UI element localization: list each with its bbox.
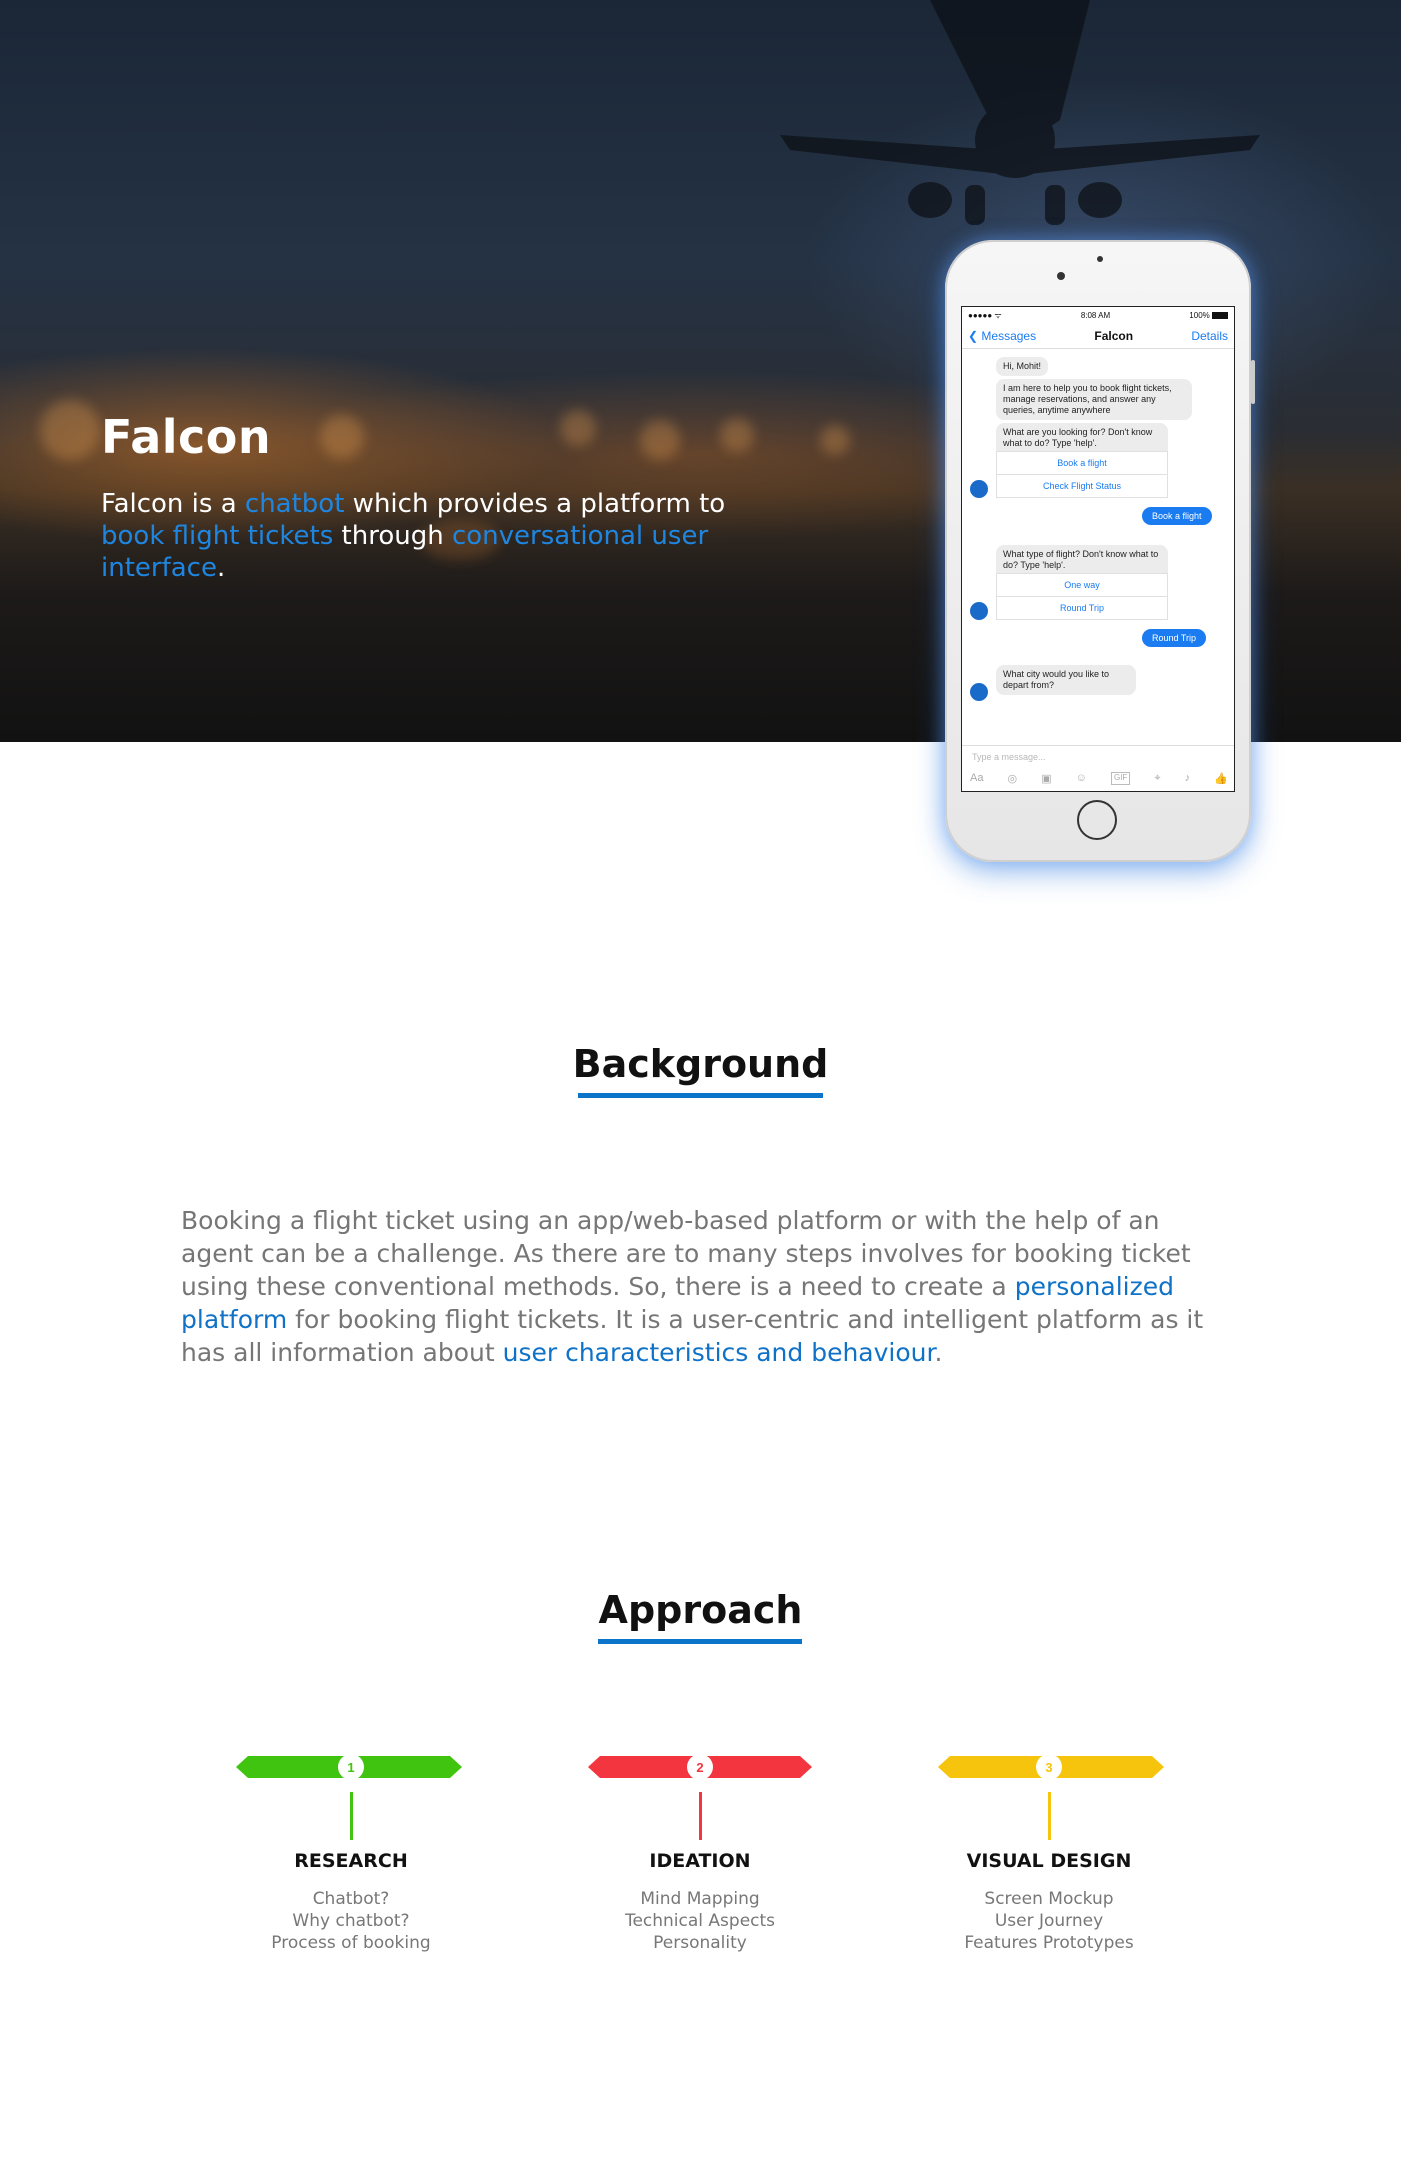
hero-highlight: book flight tickets [101, 521, 334, 551]
battery-percent: 100% [1189, 310, 1210, 320]
background-paragraph: Booking a flight ticket using an app/web… [181, 1204, 1221, 1369]
location-icon[interactable]: ⌖ [1154, 772, 1160, 785]
heading-underline [598, 1639, 802, 1644]
step-visual-design-title: VISUAL DESIGN [966, 1850, 1132, 1872]
chat-thread: Hi, Mohit! I am here to help you to book… [962, 349, 1234, 747]
bot-message: I am here to help you to book flight tic… [996, 379, 1192, 420]
composer-toolbar: Aa ◎ ▣ ☺ GIF ⌖ ♪ 👍 [970, 772, 1228, 785]
emoji-icon[interactable]: ☺ [1076, 772, 1087, 785]
bokeh-light [320, 415, 364, 459]
bot-avatar-icon [970, 602, 988, 620]
image-icon[interactable]: ▣ [1041, 772, 1051, 785]
phone-side-button [1251, 360, 1255, 404]
step-2-number: 2 [696, 1760, 703, 1775]
airplane-silhouette [780, 0, 1260, 225]
status-time: 8:08 AM [1080, 310, 1111, 320]
message-composer: Type a message... Aa ◎ ▣ ☺ GIF ⌖ ♪ 👍 [962, 745, 1234, 791]
approach-heading: Approach [598, 1588, 803, 1632]
step-research-title: RESEARCH [294, 1850, 408, 1872]
details-button[interactable]: Details [1191, 329, 1228, 343]
step-visual-design-items: Screen Mockup User Journey Features Prot… [899, 1888, 1199, 1954]
step-3-number: 3 [1045, 1760, 1052, 1775]
bokeh-light [640, 420, 680, 460]
hero-text: Falcon is a [101, 489, 245, 519]
step-1-number: 1 [347, 1760, 354, 1775]
phone-mockup: ●●●●● ᯤ 8:08 AM 100% ❮ Messages Falcon D… [945, 240, 1255, 862]
camera-icon[interactable]: ◎ [1008, 772, 1018, 785]
status-bar: ●●●●● ᯤ 8:08 AM 100% [962, 307, 1234, 323]
list-item: Why chatbot? [292, 1911, 410, 1931]
bot-avatar-icon [970, 683, 988, 701]
quick-reply-check-status[interactable]: Check Flight Status [996, 474, 1168, 498]
bokeh-light [720, 418, 754, 452]
step-3-stem [1048, 1792, 1051, 1840]
step-1-stem [350, 1792, 353, 1840]
back-label: Messages [981, 328, 1037, 343]
gif-icon[interactable]: GIF [1110, 772, 1131, 785]
list-item: Chatbot? [312, 1889, 390, 1909]
battery-indicator: 100% [1189, 311, 1228, 320]
page-title: Falcon [101, 410, 272, 464]
list-item: User Journey [994, 1911, 1104, 1931]
list-item: Features Prototypes [964, 1933, 1134, 1953]
heading-underline [578, 1093, 823, 1098]
step-2-stem [699, 1792, 702, 1840]
list-item: Personality [653, 1933, 747, 1953]
bot-message: What type of flight? Don't know what to … [996, 545, 1168, 575]
hero-text: which provides a platform to [344, 489, 726, 519]
background-heading: Background [572, 1042, 829, 1086]
hero-description: Falcon is a chatbot which provides a pla… [101, 488, 761, 584]
quick-reply-one-way[interactable]: One way [996, 573, 1168, 597]
chat-title: Falcon [1094, 328, 1134, 343]
bot-avatar-icon [970, 480, 988, 498]
quick-reply-book-flight[interactable]: Book a flight [996, 451, 1168, 475]
user-message: Round Trip [1142, 629, 1207, 647]
approach-timeline: 1 2 3 [236, 1754, 1164, 1780]
step-ideation-items: Mind Mapping Technical Aspects Personali… [550, 1888, 850, 1954]
message-input[interactable]: Type a message... [972, 752, 1046, 762]
chevron-left-icon: ❮ [968, 328, 979, 343]
bokeh-light [560, 410, 596, 446]
hero-highlight: chatbot [244, 489, 345, 519]
hero-text: . [216, 553, 226, 583]
bokeh-light [40, 400, 100, 460]
bot-message: What city would you like to depart from? [996, 665, 1136, 695]
list-item: Screen Mockup [984, 1889, 1114, 1909]
bot-message: What are you looking for? Don't know wha… [996, 423, 1168, 453]
list-item: Mind Mapping [640, 1889, 760, 1909]
hero-text: through [333, 521, 452, 551]
home-button [1077, 800, 1117, 840]
list-item: Process of booking [271, 1933, 431, 1953]
phone-screen: ●●●●● ᯤ 8:08 AM 100% ❮ Messages Falcon D… [961, 306, 1235, 792]
phone-camera [1057, 272, 1065, 280]
list-item: Technical Aspects [624, 1911, 776, 1931]
step-ideation-title: IDEATION [649, 1850, 751, 1872]
body-highlight: user characteristics and behaviour [502, 1338, 935, 1367]
quick-reply-round-trip[interactable]: Round Trip [996, 596, 1168, 620]
bokeh-light [820, 425, 850, 455]
bot-message: Hi, Mohit! [996, 357, 1049, 376]
text-format-icon[interactable]: Aa [970, 772, 983, 785]
back-button[interactable]: ❮ Messages [968, 329, 1036, 343]
signal-indicator: ●●●●● ᯤ [968, 310, 1002, 320]
phone-sensor [1097, 256, 1103, 262]
microphone-icon[interactable]: ♪ [1185, 772, 1191, 785]
chat-header: ❮ Messages Falcon Details [962, 323, 1234, 349]
user-message: Book a flight [1142, 507, 1212, 525]
like-icon[interactable]: 👍 [1214, 772, 1228, 785]
battery-icon [1212, 311, 1228, 319]
step-research-items: Chatbot? Why chatbot? Process of booking [201, 1888, 501, 1954]
body-text: . [934, 1338, 943, 1367]
